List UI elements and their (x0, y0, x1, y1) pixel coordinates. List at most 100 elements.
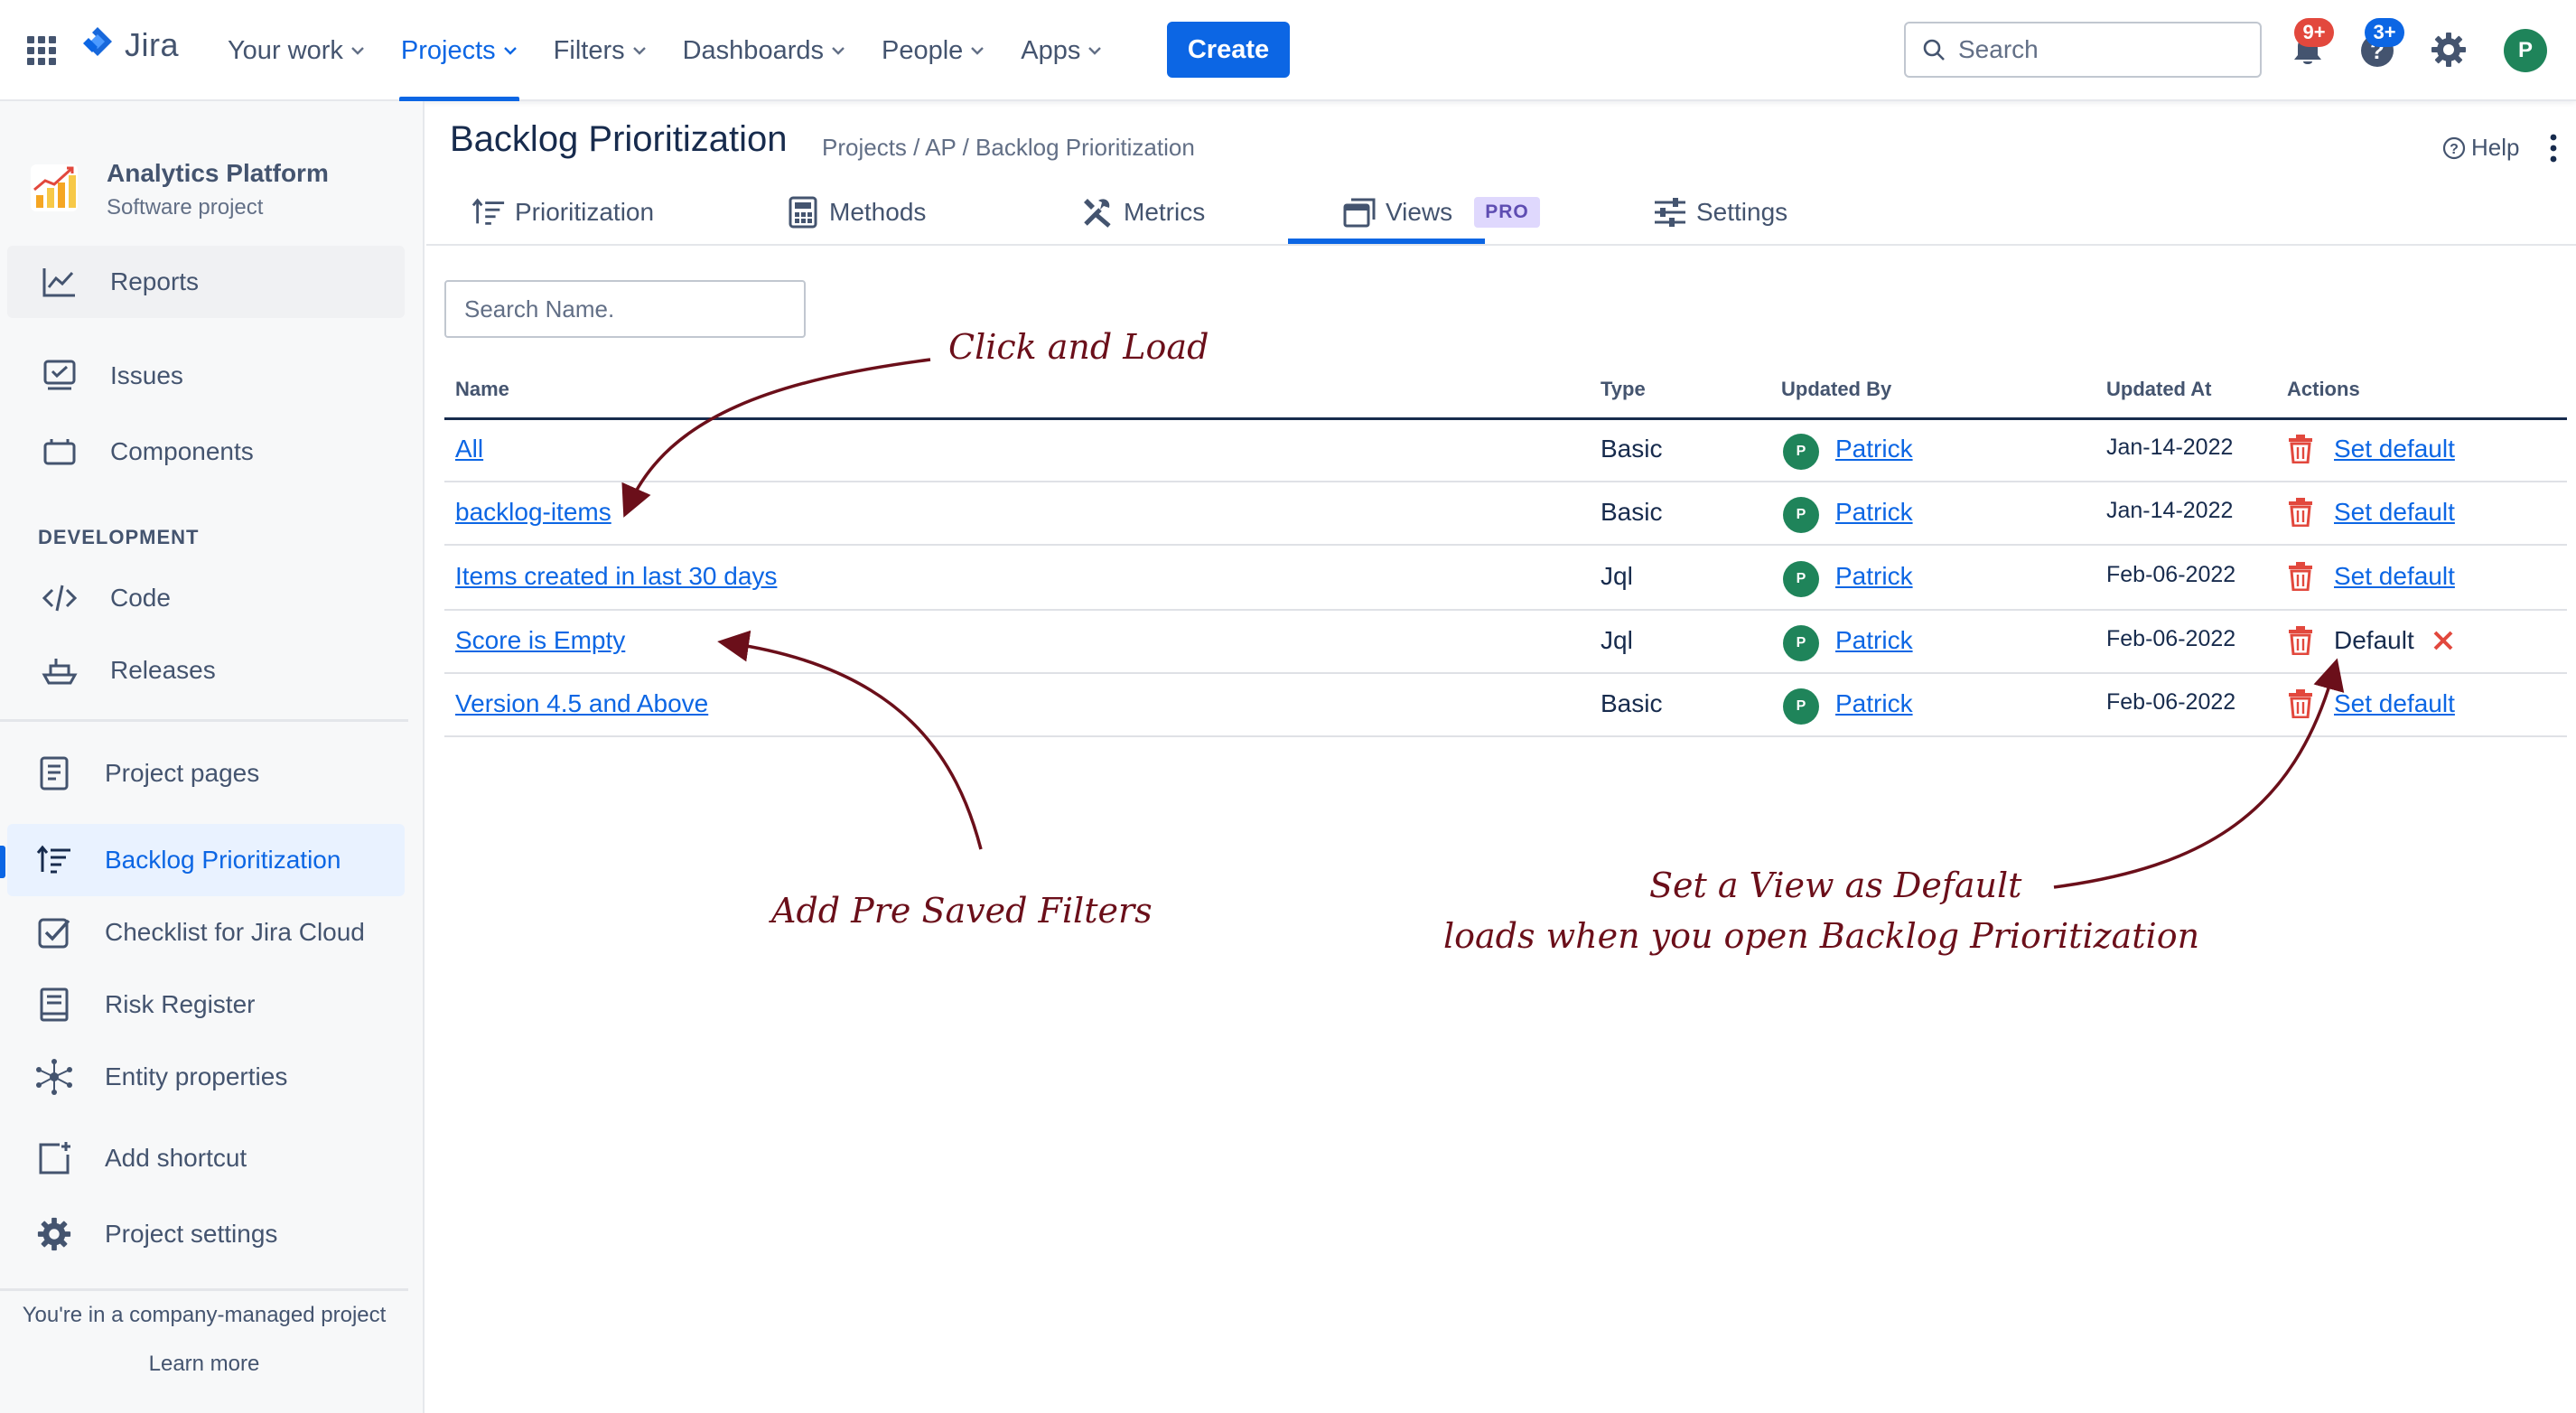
sidebar-item-project-settings[interactable]: Project settings (7, 1198, 405, 1270)
sort-icon (471, 198, 505, 225)
nav-menu: Your work Projects Filters Dashboards Pe… (228, 0, 1102, 101)
sidebar-item-risk-register[interactable]: Risk Register (7, 969, 405, 1041)
view-name-link[interactable]: Score is Empty (455, 626, 625, 655)
sidebar-item-issues[interactable]: Issues (7, 340, 405, 412)
sidebar-item-backlog-prioritization[interactable]: Backlog Prioritization (7, 824, 405, 896)
notifications-badge: 9+ (2294, 18, 2334, 47)
annotation-add-filters: Add Pre Saved Filters (771, 891, 1153, 931)
project-type: Software project (107, 195, 264, 220)
nav-dashboards[interactable]: Dashboards (683, 0, 845, 101)
sidebar-item-label: Components (110, 437, 254, 465)
sidebar-divider (0, 719, 408, 722)
table-header-line (444, 417, 2567, 420)
updated-at: Feb-06-2022 (2106, 562, 2236, 587)
sidebar-item-code[interactable]: Code (7, 562, 405, 634)
sidebar-item-components[interactable]: Components (7, 416, 405, 488)
sidebar-divider (0, 1288, 408, 1291)
tab-prioritization[interactable]: Prioritization (471, 179, 654, 246)
settings-gear-icon[interactable] (2430, 31, 2468, 69)
view-type: Jql (1601, 562, 1633, 590)
sidebar-item-entity-properties[interactable]: Entity properties (7, 1041, 405, 1113)
active-tab-indicator (1288, 239, 1485, 244)
more-vertical-icon[interactable] (2547, 132, 2560, 164)
col-header-updated-at[interactable]: Updated At (2106, 378, 2212, 401)
tab-settings[interactable]: Settings (1653, 179, 1787, 246)
project-name[interactable]: Analytics Platform (107, 159, 329, 188)
sidebar-item-reports[interactable]: Reports (7, 246, 405, 318)
set-default-link[interactable]: Set default (2334, 435, 2455, 463)
app-switcher-icon[interactable] (25, 34, 58, 67)
trash-icon[interactable] (2287, 626, 2314, 655)
trash-icon[interactable] (2287, 689, 2314, 718)
tab-metrics[interactable]: Metrics (1080, 179, 1205, 246)
set-default-link[interactable]: Set default (2334, 689, 2455, 718)
tab-methods[interactable]: Methods (786, 179, 926, 246)
set-default-link[interactable]: Set default (2334, 562, 2455, 591)
chevron-down-icon (1088, 47, 1102, 55)
updated-at: Jan-14-2022 (2106, 435, 2234, 460)
issues-icon (40, 356, 79, 396)
updated-by-link[interactable]: Patrick (1835, 562, 1913, 591)
view-name-link[interactable]: All (455, 435, 483, 463)
sidebar-item-label: Project settings (105, 1220, 278, 1248)
col-header-updated-by[interactable]: Updated By (1781, 378, 1891, 401)
chevron-down-icon (351, 47, 364, 55)
tab-views[interactable]: Views PRO (1342, 179, 1540, 246)
help-badge: 3+ (2365, 18, 2404, 47)
top-navigation: Jira Your work Projects Filters Dashboar… (0, 0, 2576, 101)
updated-by-link[interactable]: Patrick (1835, 435, 1913, 463)
nav-your-work[interactable]: Your work (228, 0, 365, 101)
tab-label: Views (1386, 198, 1453, 226)
updated-by-link[interactable]: Patrick (1835, 689, 1913, 718)
sidebar-item-releases[interactable]: Releases (7, 634, 405, 706)
nav-your-work-label: Your work (228, 35, 343, 65)
sidebar-item-label: Entity properties (105, 1062, 288, 1090)
set-default-link[interactable]: Set default (2334, 498, 2455, 527)
jira-logo[interactable]: Jira (79, 25, 179, 65)
page-icon (34, 753, 74, 793)
search-name-input[interactable] (444, 280, 806, 338)
col-header-type[interactable]: Type (1601, 378, 1646, 401)
avatar: P (1783, 561, 1819, 597)
help-link[interactable]: ? Help (2442, 134, 2519, 162)
sidebar-item-add-shortcut[interactable]: Add shortcut (7, 1122, 405, 1194)
updated-at: Jan-14-2022 (2106, 498, 2234, 523)
trash-icon[interactable] (2287, 562, 2314, 591)
avatar: P (1783, 625, 1819, 661)
breadcrumb[interactable]: Projects / AP / Backlog Prioritization (822, 134, 1195, 162)
trash-icon[interactable] (2287, 435, 2314, 463)
view-type: Basic (1601, 689, 1663, 717)
tabs-divider (426, 244, 2576, 246)
view-name-link[interactable]: backlog-items (455, 498, 611, 527)
view-name-link[interactable]: Version 4.5 and Above (455, 689, 708, 718)
user-avatar[interactable]: P (2504, 29, 2547, 72)
book-icon (34, 985, 74, 1025)
nav-projects[interactable]: Projects (398, 0, 519, 101)
annotation-set-default-desc: loads when you open Backlog Prioritizati… (1443, 916, 2200, 956)
updated-by-link[interactable]: Patrick (1835, 626, 1913, 655)
sidebar-item-project-pages[interactable]: Project pages (7, 737, 405, 809)
col-header-name[interactable]: Name (455, 378, 509, 401)
trash-icon[interactable] (2287, 498, 2314, 527)
sidebar-item-label: Add shortcut (105, 1144, 247, 1172)
project-avatar-icon[interactable] (29, 163, 79, 213)
sidebar-item-checklist[interactable]: Checklist for Jira Cloud (7, 896, 405, 969)
sidebar-item-label: Issues (110, 361, 183, 389)
chevron-down-icon (503, 47, 517, 55)
nav-filters[interactable]: Filters (554, 0, 647, 101)
pro-badge: PRO (1474, 197, 1540, 228)
updated-by-link[interactable]: Patrick (1835, 498, 1913, 527)
sidebar-footer-text: You're in a company-managed project (22, 1303, 387, 1327)
row-divider (444, 481, 2567, 482)
view-name-link[interactable]: Items created in last 30 days (455, 562, 777, 591)
learn-more-link[interactable]: Learn more (0, 1352, 408, 1377)
tab-label: Prioritization (515, 198, 655, 226)
global-search-input[interactable] (1958, 35, 2229, 64)
view-type: Basic (1601, 498, 1663, 526)
create-button[interactable]: Create (1167, 22, 1290, 78)
nav-people[interactable]: People (882, 0, 985, 101)
nav-apps[interactable]: Apps (1021, 0, 1102, 101)
global-search[interactable] (1904, 22, 2262, 78)
remove-default-icon[interactable] (2431, 629, 2455, 652)
nav-dashboards-label: Dashboards (682, 35, 824, 65)
